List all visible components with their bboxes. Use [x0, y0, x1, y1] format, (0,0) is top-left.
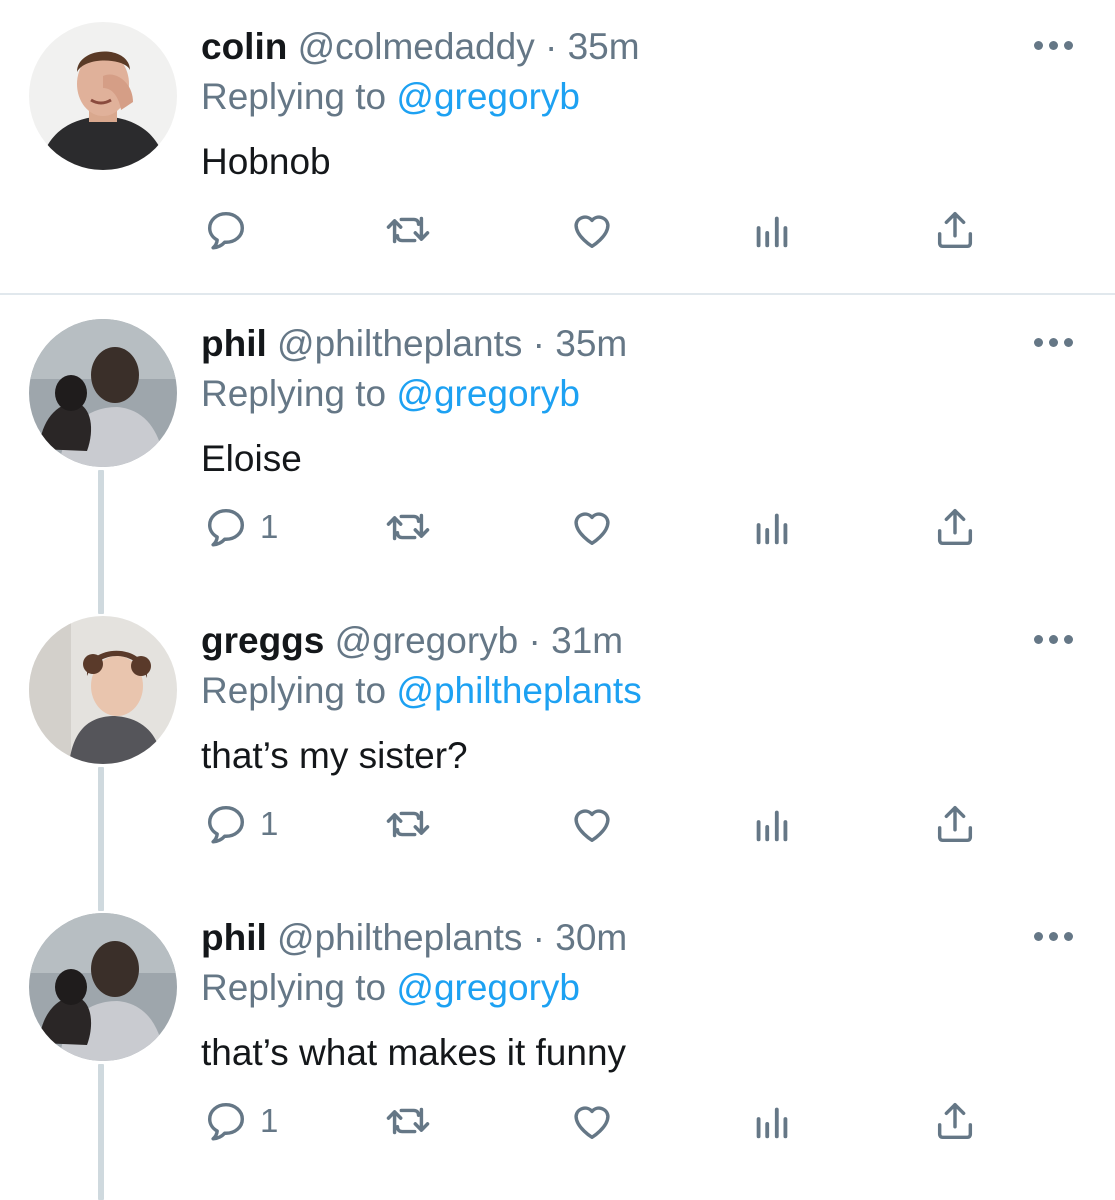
- mention-link[interactable]: @gregoryb: [396, 373, 580, 414]
- mention-link[interactable]: @gregoryb: [396, 76, 580, 117]
- analytics-button[interactable]: [749, 200, 809, 260]
- reply-button[interactable]: 1: [203, 1091, 303, 1151]
- tweet-divider: [0, 293, 1115, 295]
- replying-to: Replying to @philtheplants: [201, 666, 642, 716]
- share-icon: [937, 805, 973, 843]
- replying-to: Replying to @gregoryb: [201, 72, 580, 122]
- avatar-phil[interactable]: [29, 319, 177, 467]
- tweet-header: colin @colmedaddy · 35m: [201, 22, 640, 72]
- like-icon: [574, 809, 610, 843]
- like-icon: [574, 512, 610, 546]
- tweet-text: Eloise: [201, 438, 302, 479]
- tweet[interactable]: phil @philtheplants · 35m Replying to @g…: [0, 297, 1115, 587]
- tweet-actions: 1: [0, 794, 1115, 854]
- timestamp[interactable]: 35m: [568, 26, 640, 67]
- mention-link[interactable]: @philtheplants: [396, 670, 641, 711]
- reply-count: 1: [260, 805, 279, 842]
- reply-button[interactable]: 1: [203, 794, 303, 854]
- analytics-button[interactable]: [749, 794, 809, 854]
- replying-prefix: Replying to: [201, 76, 397, 117]
- timestamp[interactable]: 35m: [555, 323, 627, 364]
- tweet[interactable]: greggs @gregoryb · 31m Replying to @phil…: [0, 594, 1115, 884]
- retweet-icon: [386, 513, 430, 541]
- display-name[interactable]: phil: [201, 917, 267, 958]
- tweet-header: greggs @gregoryb · 31m: [201, 616, 623, 666]
- like-icon: [574, 1106, 610, 1140]
- share-button[interactable]: [932, 794, 992, 854]
- user-handle[interactable]: @colmedaddy: [298, 26, 535, 67]
- like-button[interactable]: [569, 1091, 629, 1151]
- like-button[interactable]: [569, 200, 629, 260]
- replying-to: Replying to @gregoryb: [201, 369, 580, 419]
- analytics-button[interactable]: [749, 497, 809, 557]
- tweet-text: that’s what makes it funny: [201, 1032, 627, 1073]
- retweet-icon: [386, 1107, 430, 1135]
- tweet[interactable]: colin @colmedaddy · 35m Replying to @gre…: [0, 0, 1115, 290]
- mention-link[interactable]: @gregoryb: [396, 967, 580, 1008]
- separator-dot: ·: [532, 917, 545, 958]
- analytics-icon: [756, 810, 788, 842]
- analytics-icon: [756, 513, 788, 545]
- retweet-button[interactable]: [385, 200, 445, 260]
- retweet-icon: [386, 216, 430, 244]
- timestamp[interactable]: 30m: [555, 917, 627, 958]
- user-handle[interactable]: @gregoryb: [335, 620, 519, 661]
- share-icon: [937, 211, 973, 249]
- timestamp[interactable]: 31m: [551, 620, 623, 661]
- tweet[interactable]: phil @philtheplants · 30m Replying to @g…: [0, 891, 1115, 1181]
- replying-to: Replying to @gregoryb: [201, 963, 580, 1013]
- retweet-button[interactable]: [385, 1091, 445, 1151]
- reply-icon: [207, 508, 245, 547]
- share-button[interactable]: [932, 200, 992, 260]
- more-icon[interactable]: [1032, 26, 1076, 66]
- avatar-greggs[interactable]: [29, 616, 177, 764]
- retweet-icon: [386, 810, 430, 838]
- reply-icon: [207, 805, 245, 844]
- more-icon[interactable]: [1032, 917, 1076, 957]
- replying-prefix: Replying to: [201, 373, 397, 414]
- tweet-text: Hobnob: [201, 141, 331, 182]
- avatar-colin[interactable]: [29, 22, 177, 170]
- reply-count: 1: [260, 1102, 279, 1139]
- share-icon: [937, 1102, 973, 1140]
- display-name[interactable]: colin: [201, 26, 287, 67]
- user-handle[interactable]: @philtheplants: [277, 323, 522, 364]
- retweet-button[interactable]: [385, 794, 445, 854]
- share-button[interactable]: [932, 1091, 992, 1151]
- separator-dot: ·: [528, 620, 541, 661]
- avatar-phil[interactable]: [29, 913, 177, 1061]
- display-name[interactable]: phil: [201, 323, 267, 364]
- analytics-icon: [756, 216, 788, 248]
- more-icon[interactable]: [1032, 620, 1076, 660]
- retweet-button[interactable]: [385, 497, 445, 557]
- analytics-icon: [756, 1107, 788, 1139]
- reply-button[interactable]: [203, 200, 303, 260]
- separator-dot: ·: [544, 26, 558, 67]
- separator-dot: ·: [532, 323, 545, 364]
- replying-prefix: Replying to: [201, 670, 397, 711]
- reply-count: 1: [260, 508, 279, 545]
- tweet-actions: 1: [0, 1091, 1115, 1151]
- user-handle[interactable]: @philtheplants: [277, 917, 522, 958]
- like-button[interactable]: [569, 497, 629, 557]
- replying-prefix: Replying to: [201, 967, 397, 1008]
- reply-button[interactable]: 1: [203, 497, 303, 557]
- like-button[interactable]: [569, 794, 629, 854]
- tweet-header: phil @philtheplants · 35m: [201, 319, 627, 369]
- tweet-actions: 1: [0, 497, 1115, 557]
- tweet-text: that’s my sister?: [201, 735, 468, 776]
- tweet-header: phil @philtheplants · 30m: [201, 913, 627, 963]
- like-icon: [574, 215, 610, 249]
- tweet-actions: [0, 200, 1115, 260]
- share-icon: [937, 508, 973, 546]
- share-button[interactable]: [932, 497, 992, 557]
- reply-icon: [207, 1102, 245, 1141]
- reply-icon: [207, 211, 245, 250]
- display-name[interactable]: greggs: [201, 620, 324, 661]
- more-icon[interactable]: [1032, 323, 1076, 363]
- analytics-button[interactable]: [749, 1091, 809, 1151]
